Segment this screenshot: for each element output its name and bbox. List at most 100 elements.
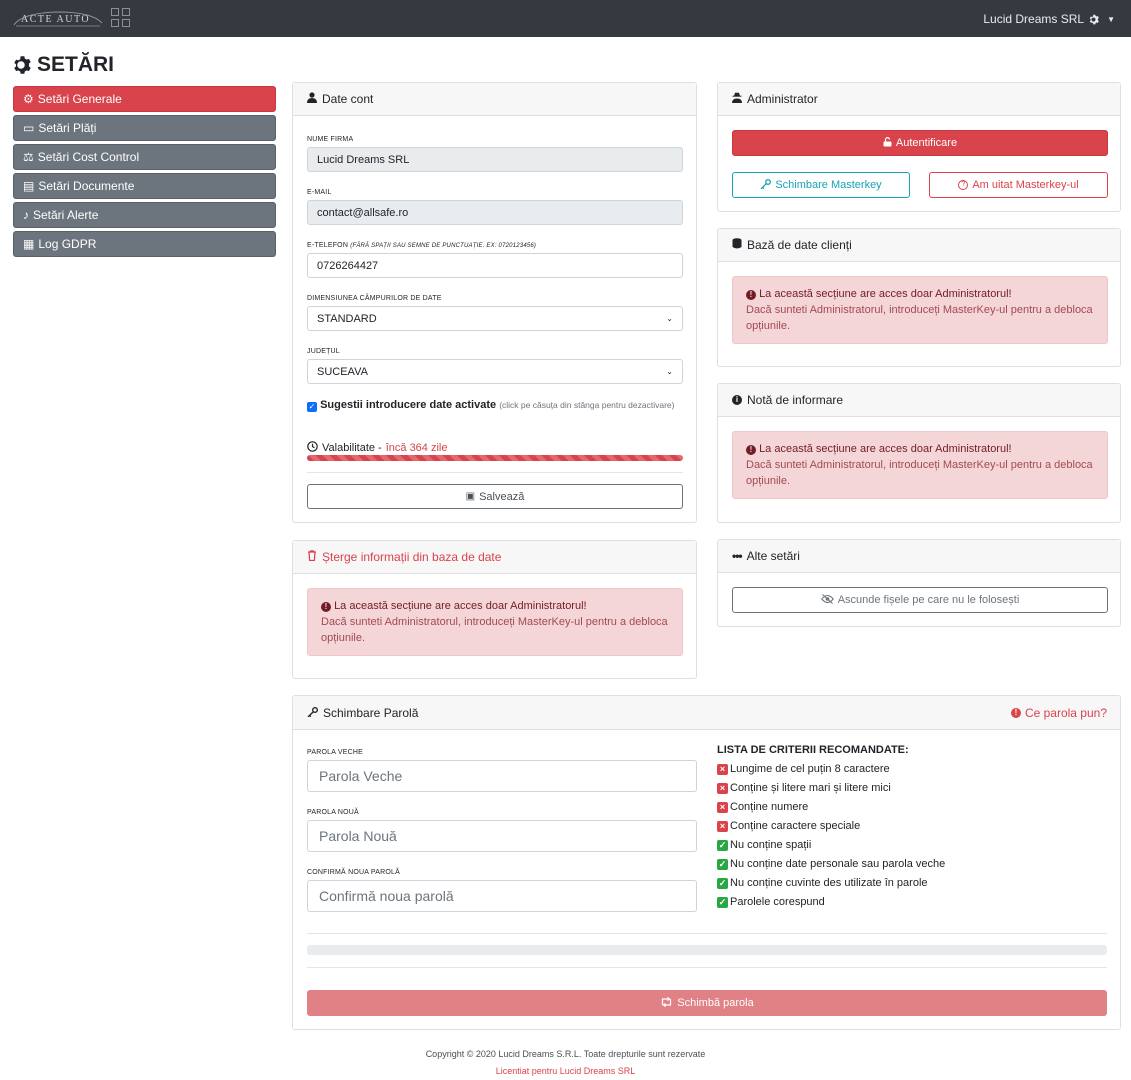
change-masterkey-button[interactable]: Schimbare Masterkey <box>732 172 910 198</box>
divider <box>307 933 1107 934</box>
select-value: STANDARD <box>317 312 377 325</box>
new-password-input[interactable]: Parola Nouă <box>307 820 697 852</box>
sidebar-item-label: Setări Generale <box>37 92 122 106</box>
button-label: Am uitat Masterkey-ul <box>972 179 1079 191</box>
card-title: Date cont <box>322 92 374 106</box>
button-label: Schimbă parola <box>677 997 754 1009</box>
alert-body: Dacă sunteti Administratorul, introduceț… <box>321 616 668 644</box>
check-icon: ✓ <box>717 896 728 908</box>
change-password-card: Schimbare Parolă ! Ce parola pun? PAROLA… <box>292 695 1121 1030</box>
chevron-down-icon: ▼ <box>1107 14 1115 24</box>
chevron-down-icon: ⌄ <box>666 367 673 376</box>
company-name: Lucid Dreams SRL <box>983 12 1085 26</box>
check-icon: ✓ <box>717 877 728 889</box>
exclamation-circle-icon: ! <box>746 445 756 455</box>
account-card: Date cont NUME FIRMA Lucid Dreams SRL E-… <box>292 82 697 523</box>
change-password-card-header: Schimbare Parolă ! Ce parola pun? <box>293 696 1120 730</box>
cross-icon: × <box>717 782 728 794</box>
bell-icon: ♪ <box>23 208 29 222</box>
other-settings-card-header: ••• Alte setări <box>718 540 1120 573</box>
login-button[interactable]: Autentificare <box>732 130 1108 156</box>
old-password-label: PAROLA VECHE <box>307 749 363 756</box>
card-title: Bază de date clienți <box>747 238 852 252</box>
other-settings-card: ••• Alte setări Ascunde fișele pe care n… <box>717 539 1121 627</box>
button-label: Salvează <box>479 490 525 503</box>
sidebar-item-general[interactable]: ⚙ Setări Generale <box>13 86 276 112</box>
county-select[interactable]: SUCEAVA ⌄ <box>307 359 683 384</box>
suggestions-checkbox[interactable]: ✓ <box>307 402 317 412</box>
sidebar-item-gdpr-log[interactable]: ▦ Log GDPR <box>13 231 276 257</box>
exclamation-circle-icon: ! <box>1010 707 1021 718</box>
card-title: Schimbare Parolă <box>323 705 419 720</box>
criteria-item: × Lungime de cel puțin 8 caractere <box>717 763 890 775</box>
suggestions-hint: (click pe căsuța din stânga pentru dezac… <box>499 400 675 410</box>
validity-progress <box>307 455 683 461</box>
criteria-item: ✓ Nu conține date personale sau parola ve… <box>717 858 945 870</box>
validity-row: Valabilitate - încă 364 zile <box>307 441 447 455</box>
card-title: Notă de informare <box>747 393 844 407</box>
email-label: E-MAIL <box>307 189 332 196</box>
footer-license[interactable]: Licentiat pentru Lucid Dreams SRL <box>0 1066 1131 1076</box>
new-password-label: PAROLA NOUĂ <box>307 809 359 816</box>
cross-icon: × <box>717 801 728 813</box>
page-title-text: SETĂRI <box>37 53 115 76</box>
field-size-select[interactable]: STANDARD ⌄ <box>307 306 683 331</box>
admin-card-header: Administrator <box>718 83 1120 116</box>
alert-body: Dacă sunteti Administratorul, introduceț… <box>746 304 1093 332</box>
clients-db-card: Bază de date clienți ! La această secțiu… <box>717 228 1121 367</box>
gears-icon: ⚙ <box>23 92 34 106</box>
old-password-input[interactable]: Parola Veche <box>307 760 697 792</box>
phone-label-text: E-TELEFON <box>307 242 349 249</box>
sidebar-item-documents[interactable]: ▤ Setări Documente <box>13 173 276 199</box>
divider <box>307 967 1107 968</box>
button-label: Autentificare <box>895 137 958 149</box>
app-logo[interactable]: ACTE AUTO <box>12 9 104 29</box>
sidebar-item-label: Log GDPR <box>38 237 97 251</box>
criteria-text: Nu conține cuvinte des utilizate în paro… <box>730 877 928 889</box>
validity-value: încă 364 zile <box>385 442 448 454</box>
key-icon <box>760 178 772 192</box>
phone-label: E-TELEFON (FĂRĂ SPAȚII SAU SEMNE DE PUNC… <box>307 242 536 249</box>
info-note-card-header: i Notă de informare <box>718 384 1120 417</box>
criteria-title: LISTA DE CRITERII RECOMANDATE: <box>717 744 909 756</box>
validity-progress-fill <box>307 455 683 461</box>
email-field[interactable]: contact@allsafe.ro <box>307 200 683 225</box>
forgot-masterkey-button[interactable]: ? Am uitat Masterkey-ul <box>929 172 1108 198</box>
criteria-text: Nu conține spații <box>730 839 812 851</box>
trash-icon <box>307 550 317 564</box>
cross-icon: × <box>717 763 728 775</box>
database-icon <box>732 238 742 252</box>
sidebar-item-label: Setări Alerte <box>33 208 99 222</box>
criteria-item: ✓ Nu conține spații <box>717 839 811 851</box>
check-icon: ✓ <box>717 858 728 870</box>
admin-card: Administrator Autentificare Schimbare Ma… <box>717 82 1121 212</box>
confirm-password-input[interactable]: Confirmă noua parolă <box>307 880 697 912</box>
criteria-item: × Conține caractere speciale <box>717 820 860 832</box>
cross-icon: × <box>717 820 728 832</box>
apps-grid-icon[interactable] <box>111 8 131 28</box>
card-title-wrap: Schimbare Parolă <box>307 706 418 720</box>
clients-db-card-header: Bază de date clienți <box>718 229 1120 262</box>
alert-body: Dacă sunteti Administratorul, introduceț… <box>746 459 1093 487</box>
confirm-password-label: CONFIRMĂ NOUA PAROLĂ <box>307 869 400 876</box>
sidebar-item-payments[interactable]: ▭ Setări Plăți <box>13 115 276 141</box>
key-icon <box>307 706 318 720</box>
floppy-icon: ▣ <box>465 491 476 502</box>
exclamation-circle-icon: ! <box>321 602 331 612</box>
chevron-down-icon: ⌄ <box>666 314 673 323</box>
help-label: Ce parola pun? <box>1024 705 1107 720</box>
password-help-link[interactable]: ! Ce parola pun? <box>1010 705 1107 720</box>
divider <box>307 472 683 473</box>
top-navbar: ACTE AUTO Lucid Dreams SRL ▼ <box>0 0 1131 37</box>
phone-field[interactable]: 0726264427 <box>307 253 683 278</box>
criteria-text: Conține caractere speciale <box>730 820 861 832</box>
info-note-card: i Notă de informare ! La această secțiun… <box>717 383 1121 523</box>
save-button[interactable]: ▣ Salvează <box>307 484 683 509</box>
sidebar-item-alerts[interactable]: ♪ Setări Alerte <box>13 202 276 228</box>
sidebar-item-cost-control[interactable]: ⚖ Setări Cost Control <box>13 144 276 170</box>
user-menu[interactable]: Lucid Dreams SRL ▼ <box>983 12 1115 26</box>
company-field[interactable]: Lucid Dreams SRL <box>307 147 683 172</box>
criteria-text: Lungime de cel puțin 8 caractere <box>730 763 890 775</box>
hide-forms-button[interactable]: Ascunde fișele pe care nu le folosești <box>732 587 1108 613</box>
change-password-button[interactable]: Schimbă parola <box>307 990 1107 1016</box>
